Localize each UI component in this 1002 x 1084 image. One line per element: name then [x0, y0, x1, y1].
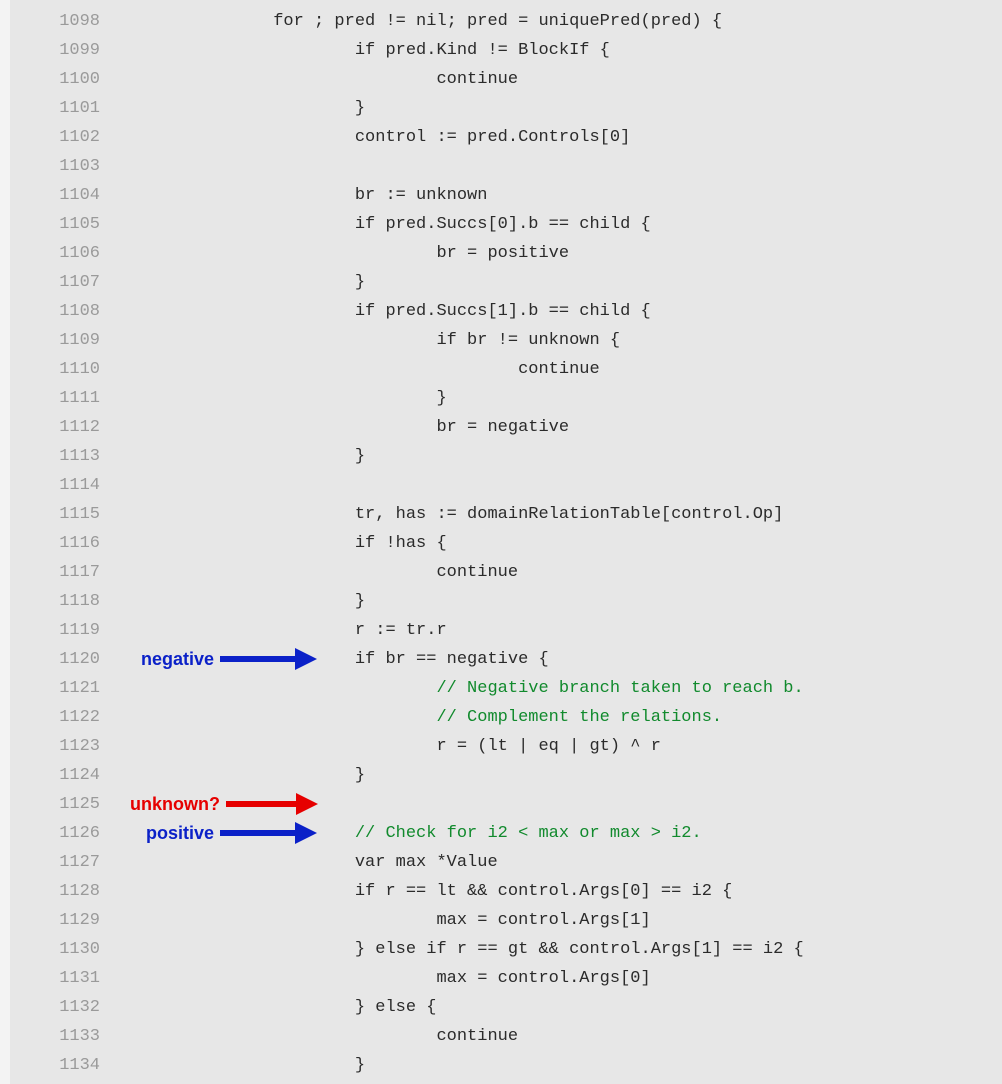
code-area: 1098109911001101110211031104110511061107…: [10, 0, 1002, 1084]
code-line: if r == lt && control.Args[0] == i2 {: [110, 877, 732, 906]
code-comment: // Negative branch taken to reach b.: [436, 679, 803, 698]
line-number: 1113: [10, 442, 110, 471]
code-line: var max *Value: [110, 848, 498, 877]
code-line: }: [110, 384, 447, 413]
line-number: 1103: [10, 152, 110, 181]
code-line: if br != unknown {: [110, 326, 620, 355]
code-line: for ; pred != nil; pred = uniquePred(pre…: [110, 7, 722, 36]
line-number: 1123: [10, 732, 110, 761]
line-number: 1121: [10, 674, 110, 703]
code-line: br = positive: [110, 239, 569, 268]
line-number: 1127: [10, 848, 110, 877]
code-line: }: [110, 587, 365, 616]
line-number: 1122: [10, 703, 110, 732]
line-number: 1105: [10, 210, 110, 239]
line-number: 1133: [10, 1022, 110, 1051]
line-number: 1124: [10, 761, 110, 790]
code-line: }: [110, 442, 365, 471]
code-line: } else {: [110, 993, 436, 1022]
line-number: 1108: [10, 297, 110, 326]
line-number: 1132: [10, 993, 110, 1022]
line-number: 1119: [10, 616, 110, 645]
code-comment: // Check for i2 < max or max > i2.: [355, 824, 702, 843]
left-margin-strip: [0, 0, 10, 1084]
code-line: max = control.Args[0]: [110, 964, 651, 993]
code-line: control := pred.Controls[0]: [110, 123, 630, 152]
line-number: 1134: [10, 1051, 110, 1080]
line-number: 1117: [10, 558, 110, 587]
line-number: 1120: [10, 645, 110, 674]
code-line: max = control.Args[1]: [110, 906, 651, 935]
line-number: 1114: [10, 471, 110, 500]
code-line: if pred.Succs[1].b == child {: [110, 297, 651, 326]
code-line: if !has {: [110, 529, 447, 558]
line-number: 1129: [10, 906, 110, 935]
line-number: 1125: [10, 790, 110, 819]
line-number: 1101: [10, 94, 110, 123]
line-number: 1128: [10, 877, 110, 906]
code-line: continue: [110, 355, 600, 384]
code-line: } else if r == gt && control.Args[1] == …: [110, 935, 804, 964]
line-number: 1126: [10, 819, 110, 848]
code-line: // Complement the relations.: [110, 703, 722, 732]
line-number: 1099: [10, 36, 110, 65]
line-number: 1115: [10, 500, 110, 529]
line-number: 1104: [10, 181, 110, 210]
code-line: if br == negative {: [110, 645, 549, 674]
line-number-gutter: 1098109911001101110211031104110511061107…: [10, 0, 100, 1084]
code-line: br := unknown: [110, 181, 487, 210]
line-number: 1110: [10, 355, 110, 384]
line-number: 1131: [10, 964, 110, 993]
code-line: }: [110, 1051, 365, 1080]
line-number: 1109: [10, 326, 110, 355]
code-line: tr, has := domainRelationTable[control.O…: [110, 500, 783, 529]
code-line: continue: [110, 1022, 518, 1051]
code-comment: // Complement the relations.: [436, 708, 722, 727]
line-number: 1118: [10, 587, 110, 616]
code-line: // Check for i2 < max or max > i2.: [110, 819, 702, 848]
code-lines: for ; pred != nil; pred = uniquePred(pre…: [110, 0, 1002, 1084]
line-number: 1107: [10, 268, 110, 297]
code-line: }: [110, 94, 365, 123]
code-line: r := tr.r: [110, 616, 447, 645]
line-number: 1106: [10, 239, 110, 268]
line-number: 1111: [10, 384, 110, 413]
code-line: }: [110, 268, 365, 297]
code-line: br = negative: [110, 413, 569, 442]
code-line: // Negative branch taken to reach b.: [110, 674, 804, 703]
code-line: r = (lt | eq | gt) ^ r: [110, 732, 661, 761]
code-line: }: [110, 761, 365, 790]
line-number: 1098: [10, 7, 110, 36]
code-line: continue: [110, 558, 518, 587]
line-number: 1102: [10, 123, 110, 152]
line-number: 1112: [10, 413, 110, 442]
code-screenshot: 1098109911001101110211031104110511061107…: [0, 0, 1002, 1084]
line-number: 1130: [10, 935, 110, 964]
code-line: if pred.Succs[0].b == child {: [110, 210, 651, 239]
code-line: if pred.Kind != BlockIf {: [110, 36, 610, 65]
line-number: 1116: [10, 529, 110, 558]
line-number: 1100: [10, 65, 110, 94]
code-line: continue: [110, 65, 518, 94]
